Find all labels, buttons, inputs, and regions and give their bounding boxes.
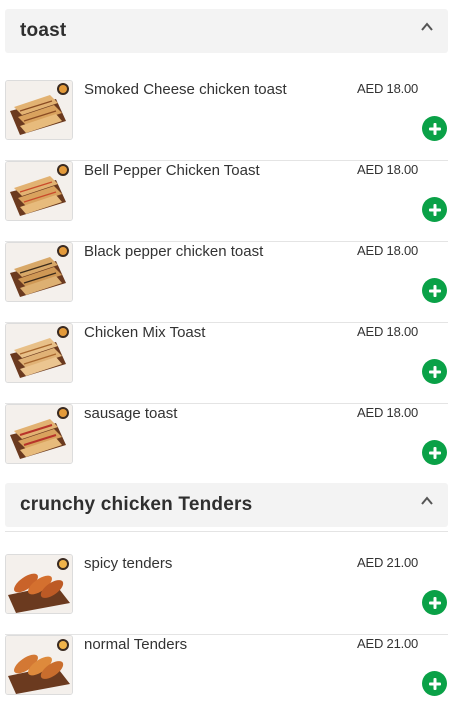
add-to-cart-button[interactable] [422,197,447,222]
tenders-food-photo [5,554,73,614]
add-to-cart-button[interactable] [422,671,447,696]
chevron-up-icon[interactable] [420,495,434,507]
item-name: Smoked Cheese chicken toast [84,81,287,98]
menu-item[interactable]: Black pepper chicken toast AED 18.00 [5,242,448,323]
toast-food-photo [5,80,73,140]
menu-item[interactable]: normal Tenders AED 21.00 [5,635,448,716]
item-price: AED 18.00 [357,243,419,258]
add-to-cart-button[interactable] [422,590,447,615]
add-to-cart-button[interactable] [422,359,447,384]
item-price: AED 18.00 [357,81,419,96]
section-header-toast[interactable]: toast [5,9,448,53]
chevron-up-icon[interactable] [420,21,434,33]
section-title: toast [20,20,67,41]
menu-item[interactable]: spicy tenders AED 21.00 [5,554,448,635]
menu-item[interactable]: Smoked Cheese chicken toast AED 18.00 [5,80,448,161]
item-name: Chicken Mix Toast [84,324,206,341]
menu-item[interactable]: sausage toast AED 18.00 [5,404,448,485]
add-to-cart-button[interactable] [422,278,447,303]
tenders-food-photo [5,635,73,695]
toast-food-photo [5,242,73,302]
section-title: crunchy chicken Tenders [20,494,253,515]
menu-item[interactable]: Chicken Mix Toast AED 18.00 [5,323,448,404]
menu-item[interactable]: Bell Pepper Chicken Toast AED 18.00 [5,161,448,242]
item-name: Black pepper chicken toast [84,243,264,260]
toast-food-photo [5,404,73,464]
item-price: AED 18.00 [357,162,419,177]
add-to-cart-button[interactable] [422,116,447,141]
toast-food-photo [5,323,73,383]
item-price: AED 18.00 [357,324,419,339]
toast-food-photo [5,161,73,221]
add-to-cart-button[interactable] [422,440,447,465]
section-divider [5,531,448,532]
section-header-tenders[interactable]: crunchy chicken Tenders [5,483,448,527]
item-name: spicy tenders [84,555,173,572]
item-price: AED 21.00 [357,636,419,651]
item-name: sausage toast [84,405,178,422]
item-name: Bell Pepper Chicken Toast [84,162,260,179]
item-price: AED 18.00 [357,405,419,420]
item-price: AED 21.00 [357,555,419,570]
item-name: normal Tenders [84,636,188,653]
